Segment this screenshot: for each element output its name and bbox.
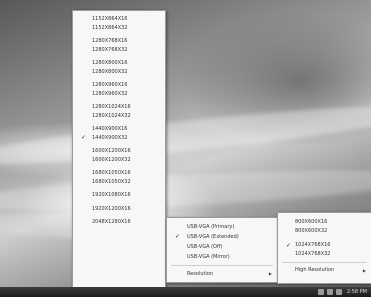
- display-mode-item[interactable]: ✓ 1024X768X16: [278, 241, 371, 250]
- menu-item-label: 1280X1024X32: [92, 112, 131, 119]
- resolution-menu-item[interactable]: 1280X800X32: [73, 68, 165, 77]
- menu-item-label: USB-VGA (Primary): [187, 224, 235, 230]
- menu-item-label: USB-VGA (Extended): [187, 234, 239, 240]
- menu-item-label: USB-VGA (Off): [187, 244, 223, 250]
- system-tray: 2:58 PM: [317, 287, 367, 297]
- resolution-menu-item[interactable]: 1600X1200X32: [73, 156, 165, 165]
- menu-item-label: 1680X1050X16: [92, 170, 131, 176]
- menu-item-label: 1152X864X32: [92, 24, 128, 31]
- resolution-menu-item[interactable]: 2048X1280X16: [73, 218, 165, 227]
- resolution-menu-item[interactable]: 1280X768X32: [73, 46, 165, 55]
- resolution-menu-item[interactable]: ✓ 1440X900X32: [73, 134, 165, 143]
- menu-item-label: 1280X800X16: [92, 60, 128, 66]
- menu-item-label: 1024X768X16: [295, 242, 331, 248]
- resolution-menu-item[interactable]: 1280X960X16: [73, 81, 165, 90]
- menu-item-label: 1440X900X16: [92, 126, 128, 132]
- menu-item-label: 1680X1050X32: [92, 178, 131, 185]
- volume-icon[interactable]: [335, 289, 342, 295]
- checkmark-icon: ✓: [175, 233, 181, 240]
- menu-item-label: 800X600X32: [295, 228, 328, 234]
- high-resolution-submenu-item[interactable]: High Resolution ▶: [278, 266, 371, 275]
- menu-item-label: 1280X768X16: [92, 38, 128, 44]
- resolution-menu-item[interactable]: 1152X864X16: [73, 15, 165, 24]
- checkmark-icon: ✓: [286, 242, 292, 249]
- usb-vga-mode-item[interactable]: USB-VGA (Off): [167, 242, 277, 252]
- network-icon[interactable]: [326, 289, 333, 295]
- display-mode-submenu: 800X600X16 800X600X32 ✓ 1024X768X16 1024X768…: [277, 212, 371, 284]
- resolution-menu-item[interactable]: 1920X1080X16: [73, 191, 165, 200]
- menu-separator: [282, 262, 367, 263]
- checkmark-icon: ✓: [81, 133, 87, 141]
- menu-item-label: 1920X1200X16: [92, 205, 131, 212]
- resolution-menu-item[interactable]: 1280X1024X16: [73, 103, 165, 112]
- clock[interactable]: 2:58 PM: [347, 289, 367, 295]
- menu-item-label: Resolution: [187, 271, 214, 277]
- usb-vga-menu: USB-VGA (Primary) ✓ USB-VGA (Extended) USB-…: [166, 217, 278, 283]
- menu-item-label: High Resolution: [295, 267, 335, 273]
- menu-item-label: 1920X1080X16: [92, 192, 131, 198]
- resolution-menu-item[interactable]: 1280X1024X32: [73, 112, 165, 121]
- display-mode-item[interactable]: 800X600X32: [278, 227, 371, 236]
- menu-separator: [171, 265, 273, 266]
- usb-vga-mode-item[interactable]: ✓ USB-VGA (Extended): [167, 232, 277, 242]
- submenu-arrow-icon: ▶: [362, 268, 366, 273]
- menu-item-label: 1600X1200X16: [92, 148, 131, 154]
- resolution-menu-item[interactable]: 1920X1200X16: [73, 205, 165, 214]
- resolution-menu-item[interactable]: 1280X960X32: [73, 90, 165, 99]
- menu-item-label: 1024X768X32: [295, 251, 331, 257]
- menu-item-label: 1280X800X32: [92, 68, 128, 75]
- usb-vga-mode-item[interactable]: USB-VGA (Mirror): [167, 252, 277, 262]
- menu-item-label: 1152X864X16: [92, 16, 128, 22]
- usb-vga-mode-item[interactable]: USB-VGA (Primary): [167, 222, 277, 232]
- menu-item-label: 800X600X16: [295, 219, 328, 225]
- menu-item-label: USB-VGA (Mirror): [187, 254, 230, 260]
- resolution-menu-item[interactable]: 1280X768X16: [73, 37, 165, 46]
- resolution-menu-item[interactable]: 1680X1050X16: [73, 169, 165, 178]
- display-mode-item[interactable]: 800X600X16: [278, 218, 371, 227]
- menu-item-label: 1280X960X16: [92, 82, 128, 88]
- menu-item-label: 1280X960X32: [92, 90, 128, 97]
- resolution-menu-item[interactable]: 1680X1050X32: [73, 178, 165, 187]
- resolution-menu-item[interactable]: 1600X1200X16: [73, 147, 165, 156]
- menu-item-label: 1440X900X32: [92, 134, 128, 141]
- taskbar: 2:58 PM: [0, 287, 371, 297]
- submenu-arrow-icon: ▶: [268, 271, 272, 276]
- resolution-menu-item[interactable]: 1440X900X16: [73, 125, 165, 134]
- menu-item-label: 1280X768X32: [92, 46, 128, 53]
- menu-item-label: 1280X1024X16: [92, 104, 131, 110]
- display-mode-item[interactable]: 1024X768X32: [278, 250, 371, 259]
- menu-item-label: 1600X1200X32: [92, 156, 131, 163]
- wallpaper-swoosh: [0, 95, 371, 175]
- resolution-menu-item[interactable]: 1280X800X16: [73, 59, 165, 68]
- usb-vga-tray-icon[interactable]: [317, 289, 324, 295]
- resolution-menu-item[interactable]: 1152X864X32: [73, 24, 165, 33]
- menu-item-label: 2048X1280X16: [92, 219, 131, 225]
- resolution-submenu-item[interactable]: Resolution ▶: [167, 269, 277, 279]
- wallpaper-swoosh: [0, 162, 371, 218]
- resolution-list-menu: 1152X864X16 1152X864X32 1280X768X16 1280X76…: [72, 10, 166, 288]
